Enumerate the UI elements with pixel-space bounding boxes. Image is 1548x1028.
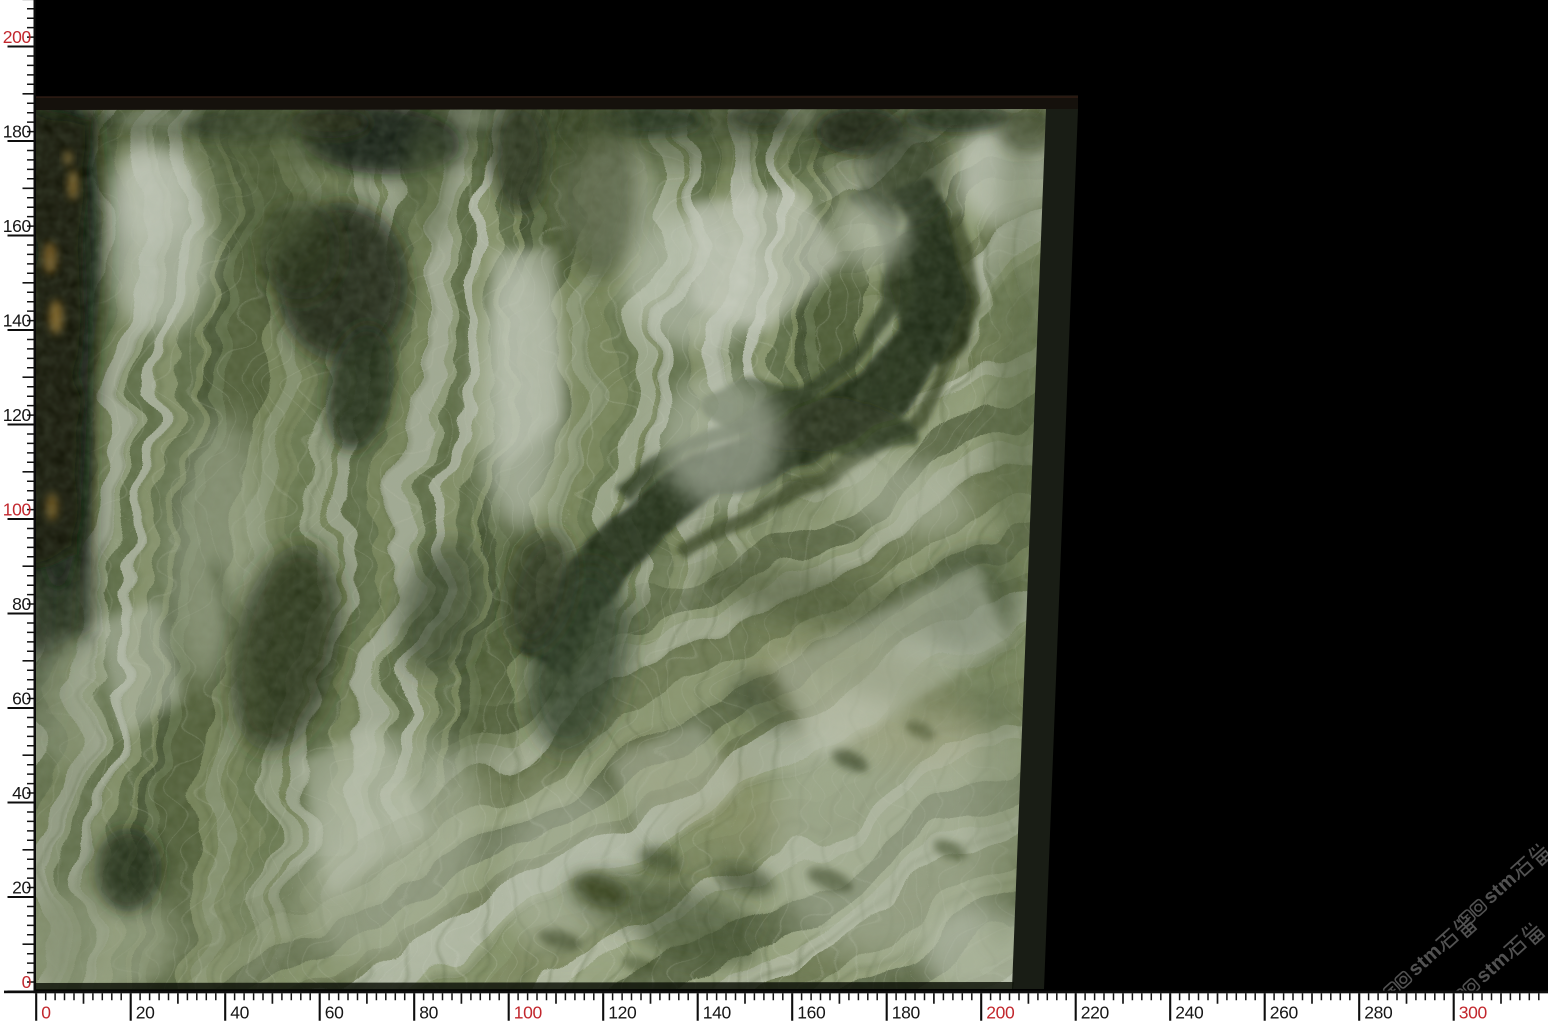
svg-text:80: 80 [12, 594, 31, 614]
svg-text:160: 160 [3, 216, 32, 236]
svg-text:200: 200 [3, 27, 32, 47]
svg-text:260: 260 [1270, 1003, 1299, 1023]
svg-text:120: 120 [608, 1003, 637, 1023]
svg-text:40: 40 [230, 1003, 249, 1023]
svg-text:100: 100 [514, 1003, 543, 1023]
svg-text:60: 60 [12, 689, 31, 709]
svg-text:180: 180 [892, 1003, 921, 1023]
svg-text:60: 60 [325, 1003, 344, 1023]
svg-text:0: 0 [41, 1003, 51, 1023]
svg-text:140: 140 [703, 1003, 732, 1023]
svg-text:160: 160 [797, 1003, 826, 1023]
svg-text:40: 40 [12, 783, 31, 803]
svg-text:80: 80 [419, 1003, 438, 1023]
svg-text:240: 240 [1175, 1003, 1204, 1023]
svg-text:220: 220 [1081, 1003, 1110, 1023]
svg-text:100: 100 [3, 500, 32, 520]
svg-text:20: 20 [12, 878, 31, 898]
svg-text:120: 120 [3, 405, 32, 425]
svg-text:300: 300 [1459, 1003, 1488, 1023]
svg-text:180: 180 [3, 122, 32, 142]
svg-text:280: 280 [1364, 1003, 1393, 1023]
svg-text:140: 140 [3, 311, 32, 331]
svg-text:200: 200 [986, 1003, 1015, 1023]
svg-text:20: 20 [136, 1003, 155, 1023]
svg-text:0: 0 [22, 972, 32, 992]
